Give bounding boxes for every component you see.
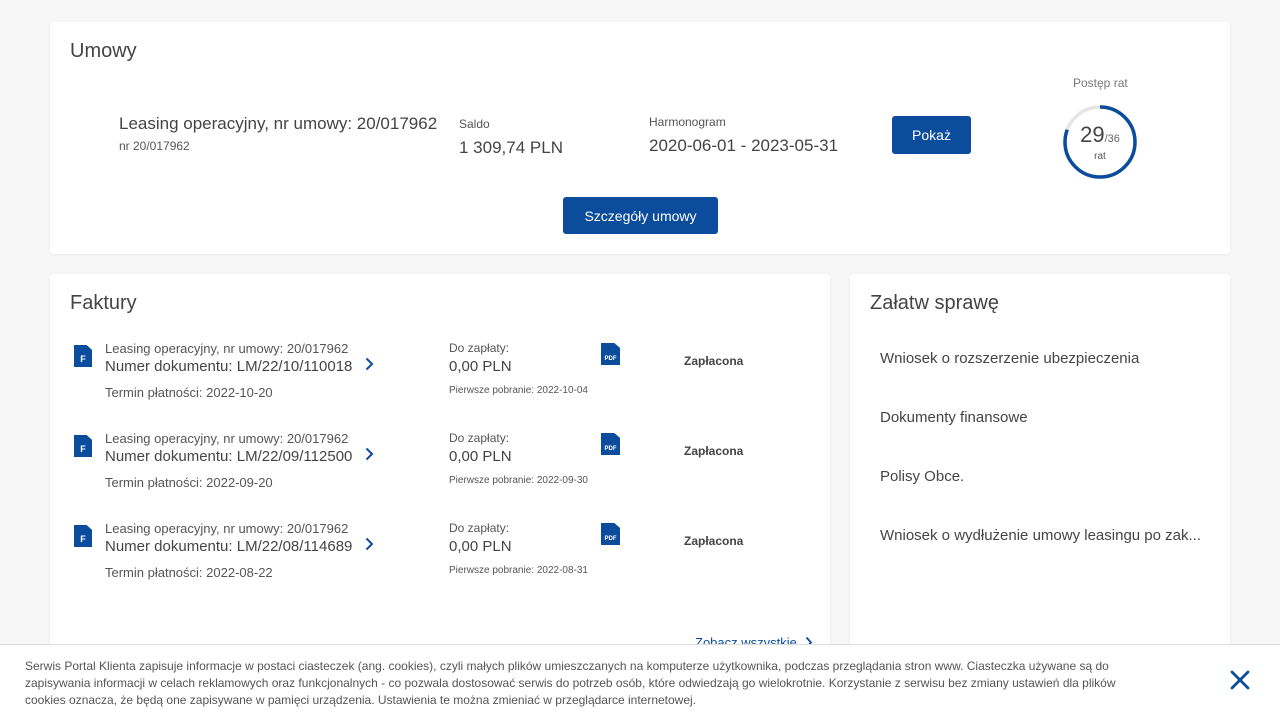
invoice-row: F Leasing operacyjny, nr umowy: 20/01796… — [50, 341, 830, 421]
pdf-icon[interactable]: PDF — [601, 343, 620, 365]
invoice-first-download: Pierwsze pobranie: 2022-09-30 — [449, 475, 588, 486]
actions-title: Załatw sprawę — [870, 292, 999, 314]
invoice-file-icon: F — [74, 435, 92, 457]
invoice-document-link[interactable]: Numer dokumentu: LM/22/08/114689 — [105, 538, 352, 555]
invoice-first-download: Pierwsze pobranie: 2022-08-31 — [449, 565, 588, 576]
chevron-right-icon[interactable] — [365, 447, 374, 461]
pdf-icon[interactable]: PDF — [601, 433, 620, 455]
invoice-due-date: Termin płatności: 2022-08-22 — [105, 565, 273, 580]
pdf-icon[interactable]: PDF — [601, 523, 620, 545]
invoice-due-date: Termin płatności: 2022-09-20 — [105, 475, 273, 490]
contract-details-button[interactable]: Szczegóły umowy — [563, 197, 718, 234]
cookie-banner: Serwis Portal Klienta zapisuje informacj… — [0, 644, 1280, 720]
progress-total: /36 — [1104, 133, 1120, 145]
invoice-due-date: Termin płatności: 2022-10-20 — [105, 385, 273, 400]
chevron-right-icon[interactable] — [365, 537, 374, 551]
invoice-status: Zapłacona — [684, 354, 744, 368]
action-item-financial-documents[interactable]: Dokumenty finansowe — [880, 409, 1028, 426]
invoice-pay-label: Do zapłaty: — [449, 341, 510, 355]
action-item-lease-extension[interactable]: Wniosek o wydłużenie umowy leasingu po z… — [880, 527, 1201, 544]
progress-title: Postęp rat — [1073, 76, 1128, 90]
progress-count: 29/36 — [1062, 122, 1138, 148]
show-schedule-button[interactable]: Pokaż — [892, 116, 971, 154]
invoice-contract: Leasing operacyjny, nr umowy: 20/017962 — [105, 431, 349, 446]
progress-unit: rat — [1094, 151, 1106, 162]
saldo-label: Saldo — [459, 117, 490, 131]
invoice-file-icon: F — [74, 345, 92, 367]
action-item-external-policies[interactable]: Polisy Obce. — [880, 468, 964, 485]
invoice-amount: 0,00 PLN — [449, 448, 512, 465]
invoice-amount: 0,00 PLN — [449, 538, 512, 555]
invoice-status: Zapłacona — [684, 534, 744, 548]
invoice-contract: Leasing operacyjny, nr umowy: 20/017962 — [105, 341, 349, 356]
invoice-row: F Leasing operacyjny, nr umowy: 20/01796… — [50, 521, 830, 601]
harmonogram-label: Harmonogram — [649, 115, 726, 129]
invoice-contract: Leasing operacyjny, nr umowy: 20/017962 — [105, 521, 349, 536]
contracts-title: Umowy — [70, 40, 137, 62]
invoice-amount: 0,00 PLN — [449, 358, 512, 375]
progress-paid: 29 — [1080, 122, 1105, 147]
invoice-pay-label: Do zapłaty: — [449, 521, 510, 535]
contract-name: Leasing operacyjny, nr umowy: 20/017962 — [119, 114, 438, 133]
contract-number: nr 20/017962 — [119, 139, 190, 153]
invoices-title: Faktury — [70, 292, 137, 314]
invoice-document-link[interactable]: Numer dokumentu: LM/22/09/112500 — [105, 448, 352, 465]
action-item-insurance-extension[interactable]: Wniosek o rozszerzenie ubezpieczenia — [880, 350, 1139, 367]
invoice-status: Zapłacona — [684, 444, 744, 458]
invoice-document-link[interactable]: Numer dokumentu: LM/22/10/110018 — [105, 358, 352, 375]
invoice-row: F Leasing operacyjny, nr umowy: 20/01796… — [50, 431, 830, 511]
harmonogram-value: 2020-06-01 - 2023-05-31 — [649, 136, 839, 155]
contracts-card: Umowy Leasing operacyjny, nr umowy: 20/0… — [50, 22, 1230, 254]
invoice-pay-label: Do zapłaty: — [449, 431, 510, 445]
chevron-right-icon[interactable] — [365, 357, 374, 371]
invoice-file-icon: F — [74, 525, 92, 547]
close-icon[interactable] — [1229, 669, 1251, 691]
cookie-text: Serwis Portal Klienta zapisuje informacj… — [25, 659, 1116, 707]
invoice-first-download: Pierwsze pobranie: 2022-10-04 — [449, 385, 588, 396]
saldo-value: 1 309,74 PLN — [459, 138, 563, 157]
